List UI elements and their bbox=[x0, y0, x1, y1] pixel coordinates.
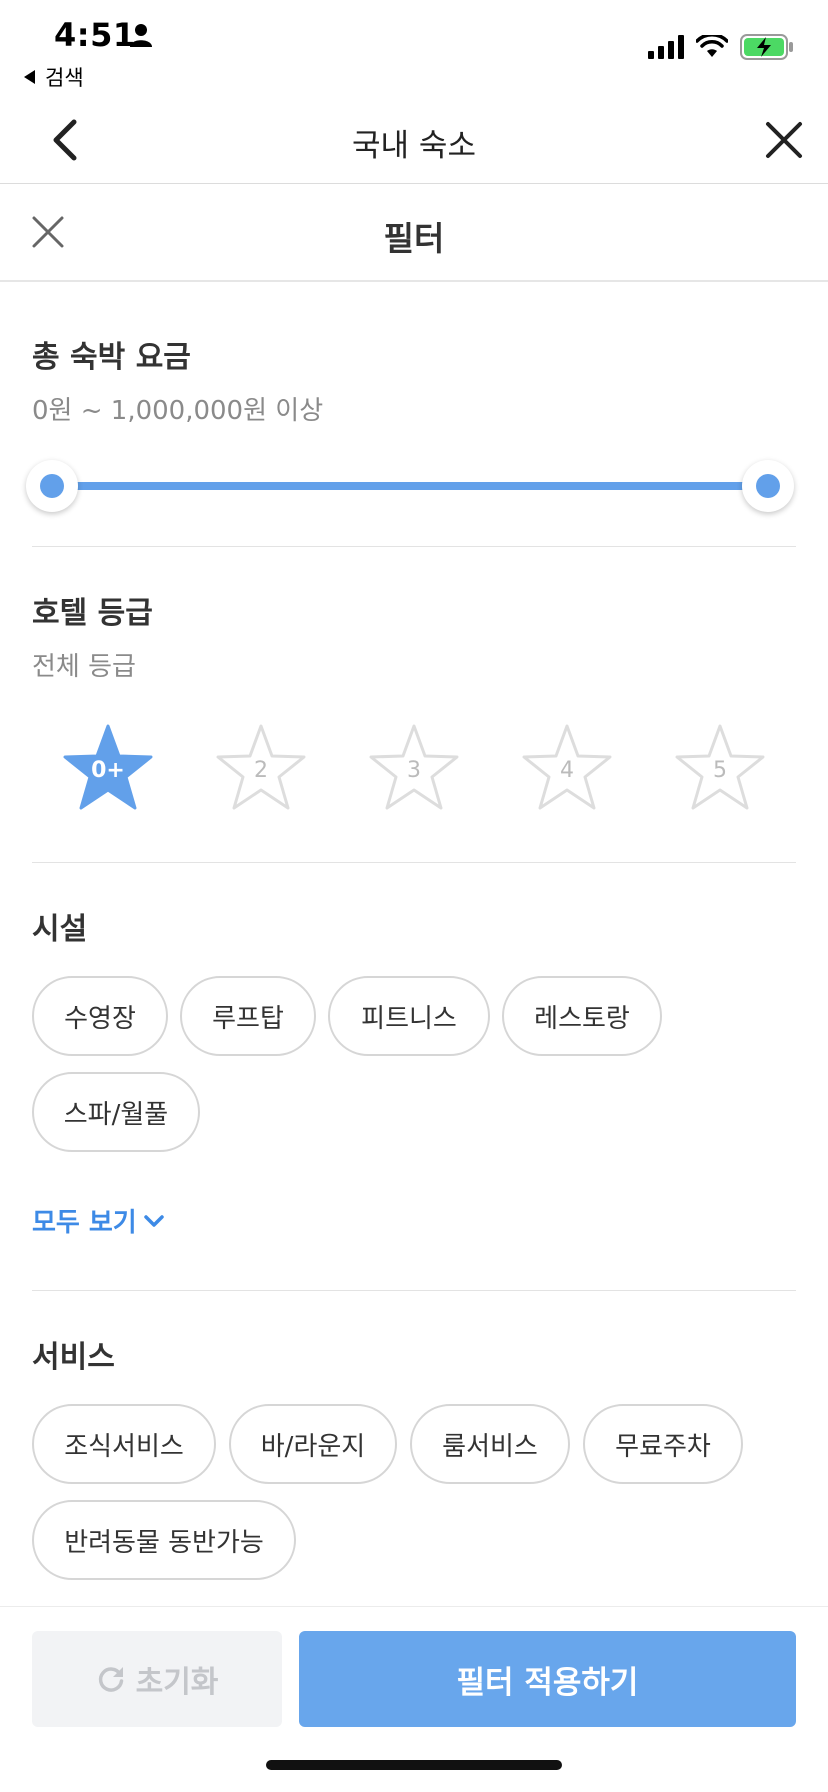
price-slider-min-handle[interactable] bbox=[26, 460, 78, 512]
price-section-title: 총 숙박 요금 bbox=[32, 340, 191, 375]
price-slider-max-handle[interactable] bbox=[742, 460, 794, 512]
back-triangle-icon bbox=[24, 70, 35, 84]
filter-header: 필터 bbox=[0, 184, 828, 282]
star-rating-2[interactable]: 2 bbox=[215, 722, 307, 812]
back-to-app-link[interactable]: 검색 bbox=[24, 62, 84, 92]
apply-filter-button[interactable]: 필터 적용하기 bbox=[299, 1631, 796, 1727]
star-label: 2 bbox=[254, 758, 268, 783]
star-label: 4 bbox=[560, 758, 574, 783]
reset-label: 초기화 bbox=[135, 1665, 219, 1700]
chip-facility-rooftop[interactable]: 루프탑 bbox=[180, 976, 316, 1056]
chip-service-room-service[interactable]: 룸서비스 bbox=[410, 1404, 570, 1484]
signal-icon bbox=[648, 35, 684, 59]
nav-bar: 국내 숙소 bbox=[0, 96, 828, 184]
price-range-text: 0원 ~ 1,000,000원 이상 bbox=[32, 396, 324, 426]
chip-facility-restaurant[interactable]: 레스토랑 bbox=[502, 976, 662, 1056]
star-rating-0-plus[interactable]: 0+ bbox=[62, 722, 154, 812]
star-label: 0+ bbox=[91, 758, 125, 783]
back-app-label: 검색 bbox=[45, 66, 84, 90]
section-divider bbox=[32, 862, 796, 863]
wifi-icon bbox=[696, 35, 728, 57]
close-icon[interactable] bbox=[762, 118, 806, 162]
chip-service-free-parking[interactable]: 무료주차 bbox=[583, 1404, 743, 1484]
refresh-icon bbox=[98, 1667, 123, 1692]
chip-facility-spa[interactable]: 스파/월풀 bbox=[32, 1072, 200, 1152]
section-divider bbox=[32, 546, 796, 547]
status-bar: 4:51 검색 bbox=[0, 0, 828, 96]
star-rating-5[interactable]: 5 bbox=[674, 722, 766, 812]
home-indicator bbox=[266, 1760, 562, 1770]
chip-facility-fitness[interactable]: 피트니스 bbox=[328, 976, 490, 1056]
star-rating-3[interactable]: 3 bbox=[368, 722, 460, 812]
nav-title: 국내 숙소 bbox=[352, 128, 476, 164]
chip-service-bar-lounge[interactable]: 바/라운지 bbox=[229, 1404, 397, 1484]
status-time: 4:51 bbox=[54, 16, 136, 54]
apply-filter-label: 필터 적용하기 bbox=[456, 1664, 639, 1701]
services-section-title: 서비스 bbox=[32, 1340, 115, 1375]
star-label: 3 bbox=[407, 758, 421, 783]
filter-title: 필터 bbox=[383, 219, 445, 258]
system-icons bbox=[648, 34, 794, 60]
battery-charging-icon bbox=[740, 34, 793, 60]
facilities-section-title: 시설 bbox=[32, 912, 88, 947]
see-all-label: 모두 보기 bbox=[32, 1208, 137, 1238]
see-all-link[interactable]: 모두 보기 bbox=[32, 1202, 165, 1239]
rating-section-title: 호텔 등급 bbox=[32, 596, 153, 631]
price-slider-track[interactable] bbox=[52, 482, 768, 490]
star-rating-4[interactable]: 4 bbox=[521, 722, 613, 812]
rating-subtitle: 전체 등급 bbox=[32, 652, 136, 682]
chip-service-pet-friendly[interactable]: 반려동물 동반가능 bbox=[32, 1500, 296, 1580]
reset-button[interactable]: 초기화 bbox=[32, 1631, 282, 1727]
chip-service-breakfast[interactable]: 조식서비스 bbox=[32, 1404, 216, 1484]
chip-facility-pool[interactable]: 수영장 bbox=[32, 976, 168, 1056]
chevron-down-icon bbox=[143, 1214, 164, 1227]
section-divider bbox=[32, 1290, 796, 1291]
star-label: 5 bbox=[713, 758, 727, 783]
person-icon bbox=[130, 24, 152, 47]
